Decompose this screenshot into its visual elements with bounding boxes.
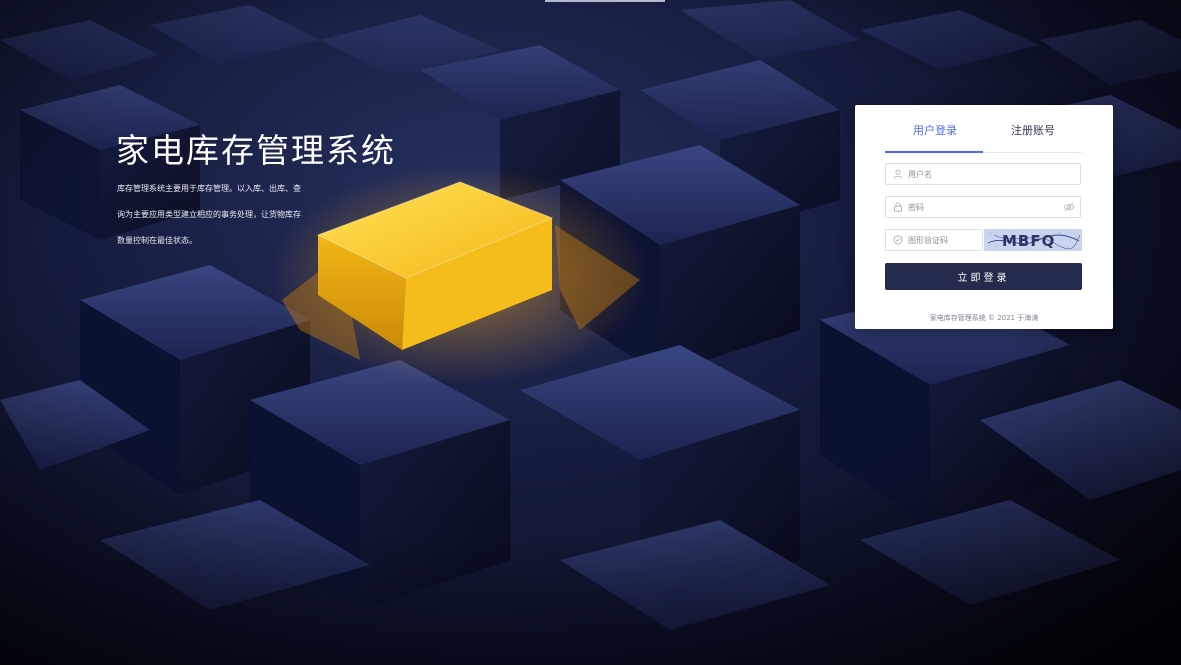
eye-off-icon[interactable] [1063, 202, 1075, 212]
login-card: 用户登录 注册账号 用户名 图形验证码 MBFQ 立即登录 家电库存管理系统 ©… [855, 105, 1113, 329]
copyright-footer: 家电库存管理系统 © 2021 于海涛 [929, 314, 1039, 322]
active-tab-indicator [885, 151, 983, 153]
password-input[interactable] [908, 197, 1058, 217]
login-button[interactable]: 立即登录 [885, 263, 1082, 290]
captcha-image[interactable]: MBFQ [984, 229, 1082, 251]
page-description: 库存管理系统主要用于库存管理。以入库、出库、查询为主要应用类型建立相应的事务处理… [117, 184, 301, 245]
username-input[interactable] [908, 164, 1058, 184]
page-title: 家电库存管理系统 [116, 131, 396, 170]
captcha-text: MBFQ [1002, 232, 1055, 250]
shield-check-icon [893, 235, 903, 245]
username-field [885, 163, 1081, 185]
background-cube-field [0, 0, 1181, 665]
user-icon [893, 169, 903, 179]
lock-icon [894, 202, 902, 212]
password-field [885, 196, 1081, 218]
tab-register-account[interactable]: 注册账号 [1011, 122, 1055, 138]
tab-user-login[interactable]: 用户登录 [913, 122, 957, 138]
top-strip [545, 0, 665, 2]
login-tabs: 用户登录 注册账号 [885, 105, 1082, 153]
captcha-field [885, 229, 1058, 251]
